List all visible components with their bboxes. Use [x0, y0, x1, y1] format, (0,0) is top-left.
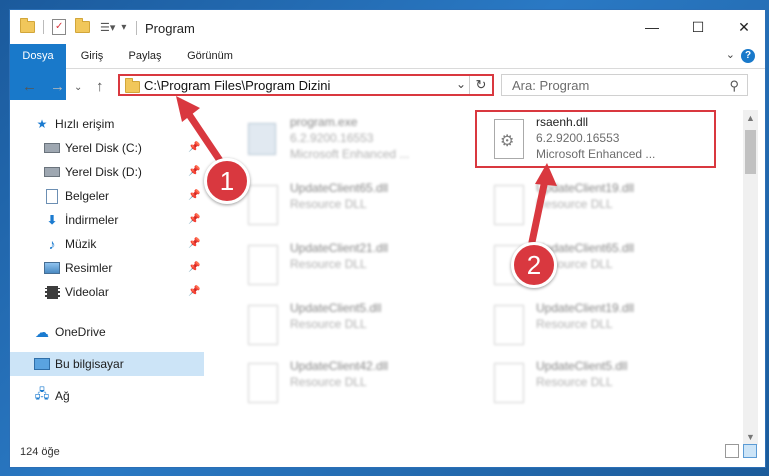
arrow-2 [528, 176, 549, 246]
step-badge-2: 2 [511, 242, 557, 288]
annotation-arrows [176, 96, 557, 246]
arrow-2-head [535, 163, 557, 186]
step-badge-1: 1 [204, 158, 250, 204]
